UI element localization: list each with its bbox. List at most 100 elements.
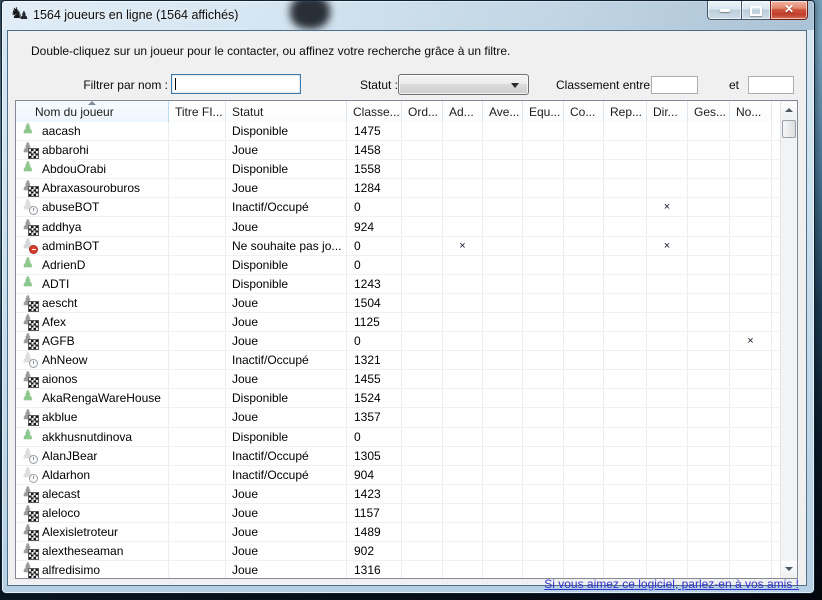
player-row[interactable]: ♟AfexJoue1125 <box>16 313 780 332</box>
column-header-no[interactable]: No... <box>730 101 772 122</box>
mark-cell-rep <box>604 141 647 159</box>
column-header-ad[interactable]: Ad... <box>443 101 483 122</box>
mark-cell-no <box>730 466 772 484</box>
window-title: 1564 joueurs en ligne (1564 affichés) <box>33 8 238 22</box>
player-rating-cell: 1455 <box>347 370 402 388</box>
rating-max-input[interactable] <box>748 76 794 94</box>
player-row[interactable]: ♟AbdouOrabiDisponible1558 <box>16 160 780 179</box>
mark-cell-ges <box>688 179 730 197</box>
player-name: abbarohi <box>42 143 89 157</box>
column-header-rating[interactable]: Classe... <box>347 101 402 122</box>
mark-cell-ges <box>688 122 730 140</box>
player-name: AbdouOrabi <box>42 162 106 176</box>
share-software-link[interactable]: Si vous aimez ce logiciel, parlez-en à v… <box>544 577 799 591</box>
column-header-title[interactable]: Titre FI... <box>169 101 226 122</box>
mark-cell-no <box>730 256 772 274</box>
pawn-glyph: ♟ <box>22 275 34 291</box>
mark-cell-equ <box>523 408 564 426</box>
column-header-status[interactable]: Statut <box>226 101 347 122</box>
mark-cell-ad <box>443 179 483 197</box>
player-row[interactable]: ♟AldarhonInactif/Occupé904 <box>16 466 780 485</box>
column-header-rep[interactable]: Rep... <box>604 101 647 122</box>
player-rating-cell: 1125 <box>347 313 402 331</box>
player-row[interactable]: ♟alecastJoue1423 <box>16 485 780 504</box>
mark-cell-ave <box>483 237 523 255</box>
player-row[interactable]: ♟AbraxasouroburosJoue1284 <box>16 179 780 198</box>
player-row[interactable]: ♟adminBOTNe souhaite pas jo...0×× <box>16 237 780 256</box>
mark-cell-ord <box>402 294 443 312</box>
scroll-up-button[interactable] <box>781 102 797 118</box>
scroll-down-button[interactable] <box>781 561 797 577</box>
filter-name-input[interactable] <box>171 74 301 94</box>
mark-cell-dir <box>647 217 688 235</box>
player-row[interactable]: ♟aacashDisponible1475 <box>16 122 780 141</box>
column-header-label: Ad... <box>449 105 474 119</box>
player-row[interactable]: ♟aeschtJoue1504 <box>16 294 780 313</box>
column-header-co[interactable]: Co... <box>564 101 604 122</box>
dnd-status-icon: ♟ <box>21 238 37 254</box>
playing-overlay-badge <box>29 493 38 502</box>
player-title-cell <box>169 122 226 140</box>
window-titlebar[interactable]: ♞ ♟ 1564 joueurs en ligne (1564 affichés… <box>2 1 814 30</box>
player-row[interactable]: ♟AhNeowInactif/Occupé1321 <box>16 351 780 370</box>
mark-cell-co <box>564 217 604 235</box>
column-header-equ[interactable]: Equ... <box>523 101 564 122</box>
mark-cell-ord <box>402 351 443 369</box>
player-rating-cell: 0 <box>347 198 402 216</box>
player-status-cell: Joue <box>226 485 347 503</box>
player-row[interactable]: ♟AkaRengaWareHouseDisponible1524 <box>16 389 780 408</box>
player-rating-cell: 1157 <box>347 504 402 522</box>
player-status-cell: Disponible <box>226 389 347 407</box>
mark-cell-ave <box>483 504 523 522</box>
mark-cell-rep <box>604 542 647 560</box>
player-status-cell: Joue <box>226 294 347 312</box>
column-header-label: Ges... <box>694 105 726 119</box>
inactive-status-icon: ♟ <box>21 352 37 368</box>
player-row[interactable]: ♟abbarohiJoue1458 <box>16 141 780 160</box>
player-row[interactable]: ♟AdrienDDisponible0 <box>16 256 780 275</box>
player-name-cell: ♟akblue <box>16 408 169 426</box>
playing-status-icon: ♟ <box>21 314 37 330</box>
mark-cell-ges <box>688 141 730 159</box>
rating-min-input[interactable] <box>651 76 698 94</box>
inactive-status-icon: ♟ <box>21 448 37 464</box>
player-row[interactable]: ♟AGFBJoue0× <box>16 332 780 351</box>
player-row[interactable]: ♟akkhusnutdinovaDisponible0 <box>16 428 780 447</box>
column-header-dir[interactable]: Dir... <box>647 101 688 122</box>
player-row[interactable]: ♟AlexisletroteurJoue1489 <box>16 523 780 542</box>
close-button[interactable]: ✕ <box>770 1 808 20</box>
vertical-scrollbar[interactable] <box>780 101 797 578</box>
player-row[interactable]: ♟alfredisimoJoue1316 <box>16 561 780 578</box>
mark-cell-no <box>730 428 772 446</box>
player-row[interactable]: ♟akblueJoue1357 <box>16 408 780 427</box>
status-dropdown[interactable] <box>398 74 529 95</box>
player-row[interactable]: ♟alelocoJoue1157 <box>16 504 780 523</box>
column-header-ord[interactable]: Ord... <box>402 101 443 122</box>
playing-status-icon: ♟ <box>21 142 37 158</box>
player-row[interactable]: ♟AlanJBearInactif/Occupé1305 <box>16 447 780 466</box>
close-icon: ✕ <box>771 2 807 16</box>
column-header-label: Titre FI... <box>175 105 223 119</box>
pawn-glyph: ♟ <box>22 256 34 272</box>
mark-cell-ord <box>402 160 443 178</box>
minimize-button[interactable] <box>707 1 742 20</box>
mark-cell-rep <box>604 217 647 235</box>
player-row[interactable]: ♟addhyaJoue924 <box>16 217 780 236</box>
column-header-name[interactable]: Nom du joueur <box>16 101 169 122</box>
mark-cell-no <box>730 294 772 312</box>
player-row[interactable]: ♟alextheseamanJoue902 <box>16 542 780 561</box>
table-header-row: Nom du joueur Titre FI...StatutClasse...O… <box>16 101 780 123</box>
player-row[interactable]: ♟abuseBOTInactif/Occupé0× <box>16 198 780 217</box>
mark-cell-no <box>730 313 772 331</box>
maximize-button[interactable] <box>741 1 771 20</box>
mark-cell-ges <box>688 561 730 578</box>
scrollbar-thumb[interactable] <box>782 120 796 138</box>
mark-cell-ad <box>443 466 483 484</box>
column-header-ges[interactable]: Ges... <box>688 101 730 122</box>
mark-cell-no <box>730 447 772 465</box>
player-row[interactable]: ♟ADTIDisponible1243 <box>16 275 780 294</box>
player-row[interactable]: ♟aionosJoue1455 <box>16 370 780 389</box>
column-header-ave[interactable]: Ave... <box>483 101 523 122</box>
mark-cell-ges <box>688 428 730 446</box>
mark-cell-ad <box>443 275 483 293</box>
